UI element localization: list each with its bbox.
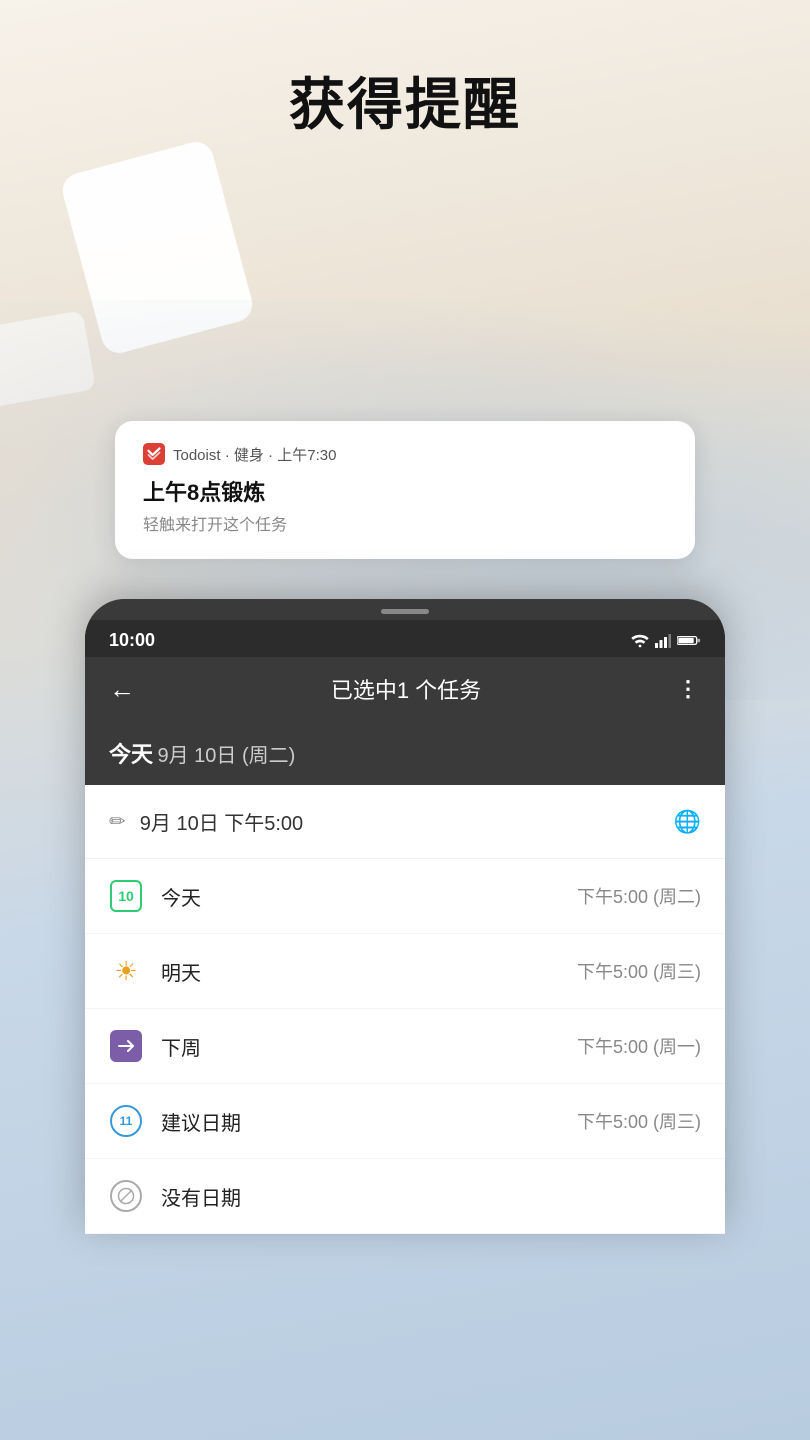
today-icon: 10 <box>110 880 142 912</box>
phone-mockup: 10:00 <box>85 599 725 1234</box>
next-week-icon <box>110 1030 142 1062</box>
menu-item-next-week-left: 下周 <box>109 1029 201 1063</box>
menu-item-today[interactable]: 10 今天 下午5:00 (周二) <box>85 859 725 934</box>
menu-item-suggested-left: 11 建议日期 <box>109 1104 241 1138</box>
menu-item-next-week[interactable]: 下周 下午5:00 (周一) <box>85 1009 725 1084</box>
menu-list: 10 今天 下午5:00 (周二) ☀ 明天 下午5:00 (周三) <box>85 859 725 1234</box>
today-time: 下午5:00 (周二) <box>577 883 701 909</box>
main-content: 获得提醒 Todoist · 健身 · 上午7:30 上午8点锻炼 轻触来打开这… <box>0 0 810 1440</box>
next-week-label: 下周 <box>161 1032 201 1061</box>
next-week-time: 下午5:00 (周一) <box>577 1033 701 1059</box>
header-title: 已选中1 个任务 <box>331 673 481 705</box>
today-label: 今天 <box>161 882 201 911</box>
today-icon-box: 10 <box>109 879 143 913</box>
menu-item-no-date[interactable]: 没有日期 <box>85 1159 725 1234</box>
tomorrow-label: 明天 <box>161 957 201 986</box>
notification-task-subtitle: 轻触来打开这个任务 <box>143 511 667 535</box>
status-time: 10:00 <box>109 630 155 651</box>
app-header: ← 已选中1 个任务 ⋮ <box>85 657 725 721</box>
no-date-icon-box <box>109 1179 143 1213</box>
date-picker-text: 9月 10日 下午5:00 <box>140 807 303 836</box>
notification-card: Todoist · 健身 · 上午7:30 上午8点锻炼 轻触来打开这个任务 <box>115 421 695 559</box>
notification-task-title: 上午8点锻炼 <box>143 475 667 507</box>
scroll-handle-area <box>85 599 725 620</box>
tomorrow-icon-box: ☀ <box>109 954 143 988</box>
notification-app-info: Todoist · 健身 · 上午7:30 <box>173 444 336 465</box>
signal-icon <box>655 634 671 648</box>
suggested-time: 下午5:00 (周三) <box>577 1108 701 1134</box>
back-button[interactable]: ← <box>109 674 135 705</box>
todoist-logo-icon <box>143 443 165 465</box>
edit-icon: ✏ <box>109 809 126 834</box>
date-section-date: 9月 10日 (周二) <box>157 745 295 767</box>
globe-icon: 🌐 <box>674 809 701 835</box>
notification-header: Todoist · 健身 · 上午7:30 <box>143 443 667 465</box>
phone-content-area: ✏ 9月 10日 下午5:00 🌐 10 今天 下午5:00 (周二) <box>85 785 725 1234</box>
menu-item-today-left: 10 今天 <box>109 879 201 913</box>
menu-item-tomorrow-left: ☀ 明天 <box>109 954 201 988</box>
suggested-label: 建议日期 <box>161 1107 241 1136</box>
menu-item-suggested[interactable]: 11 建议日期 下午5:00 (周三) <box>85 1084 725 1159</box>
menu-item-tomorrow[interactable]: ☀ 明天 下午5:00 (周三) <box>85 934 725 1009</box>
suggested-icon: 11 <box>110 1105 142 1137</box>
next-week-icon-box <box>109 1029 143 1063</box>
menu-item-no-date-left: 没有日期 <box>109 1179 241 1213</box>
date-picker-left: ✏ 9月 10日 下午5:00 <box>109 807 303 836</box>
scroll-handle-bar <box>381 609 429 614</box>
date-section-header: 今天 9月 10日 (周二) <box>85 721 725 785</box>
no-date-icon <box>110 1180 142 1212</box>
tomorrow-icon: ☀ <box>110 955 142 987</box>
battery-icon <box>677 634 701 647</box>
page-title: 获得提醒 <box>289 60 521 141</box>
date-section-today: 今天 <box>109 742 153 767</box>
tomorrow-time: 下午5:00 (周三) <box>577 958 701 984</box>
no-date-label: 没有日期 <box>161 1182 241 1211</box>
more-options-button[interactable]: ⋮ <box>677 676 701 702</box>
date-picker-row[interactable]: ✏ 9月 10日 下午5:00 🌐 <box>85 785 725 859</box>
suggested-icon-box: 11 <box>109 1104 143 1138</box>
status-bar: 10:00 <box>85 620 725 657</box>
wifi-icon <box>631 634 649 648</box>
status-icons <box>631 634 701 648</box>
